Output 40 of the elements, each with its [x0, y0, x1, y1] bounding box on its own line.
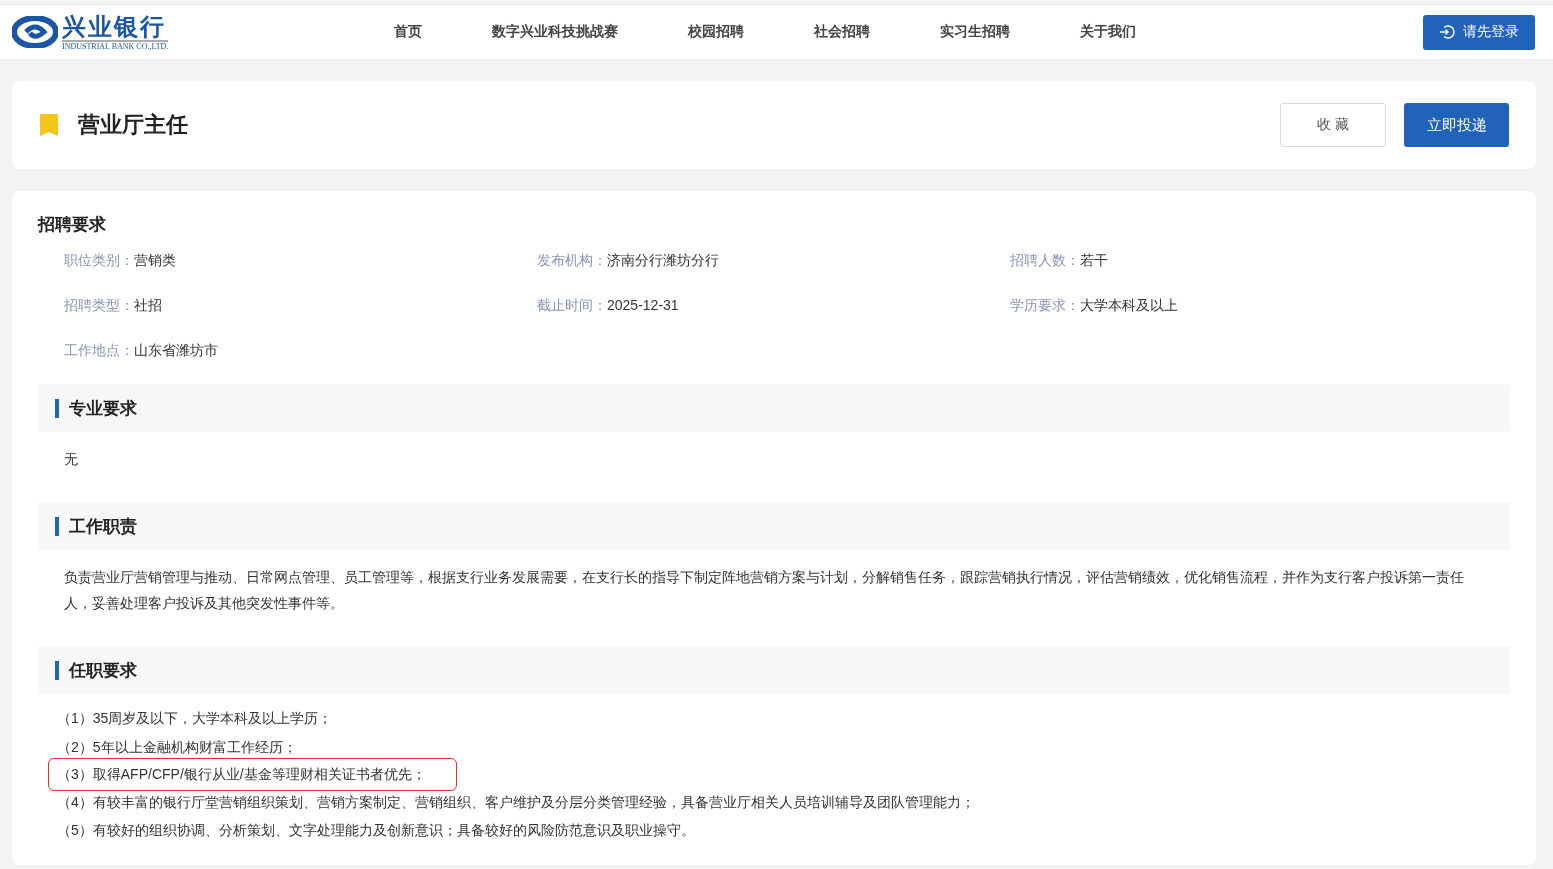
- login-button[interactable]: 请先登录: [1423, 14, 1535, 50]
- field-label: 招聘人数：: [1010, 252, 1080, 268]
- section-heading: 招聘要求: [38, 214, 107, 236]
- field-value: 大学本科及以上: [1080, 297, 1178, 313]
- section-title: 专业要求: [69, 397, 137, 420]
- bookmark-icon: [40, 114, 58, 136]
- nav-link[interactable]: 校园招聘: [688, 23, 744, 41]
- logo-name: 兴业银行: [62, 13, 167, 40]
- requirement-item: （2）5年以上金融机构财富工作经历；: [56, 737, 298, 757]
- requirement-item: （1）35周岁及以下，大学本科及以上学历；: [56, 709, 334, 728]
- favorite-button[interactable]: 收 藏: [1280, 103, 1386, 147]
- field-label: 发布机构：: [537, 252, 607, 268]
- nav-link[interactable]: 首页: [394, 23, 422, 41]
- highlighted-requirement: （3）取得AFP/CFP/银行从业/基金等理财相关证书者优先；: [48, 758, 457, 791]
- field-value: 济南分行潍坊分行: [607, 252, 719, 268]
- field-label: 截止时间：: [537, 297, 607, 313]
- field-label: 学历要求：: [1010, 297, 1080, 313]
- field-value: 营销类: [134, 252, 176, 268]
- field-value: 山东省潍坊市: [134, 342, 218, 358]
- requirement-item: （4）有较丰富的银行厅堂营销组织策划、营销方案制定、营销组织、客户维护及分层分类管理经验，具备营业厅相关人员培训辅导及团队管理能力；: [56, 792, 976, 812]
- section-title: 任职要求: [69, 659, 137, 682]
- nav-link[interactable]: 社会招聘: [814, 23, 870, 41]
- paragraph: 无: [63, 450, 79, 469]
- requirement-item: （5）有较好的组织协调、分析策划、文字处理能力及创新意识；具备较好的风险防范意识及职业操守。: [56, 821, 696, 840]
- field-label: 招聘类型：: [64, 297, 134, 313]
- field-label: 工作地点：: [64, 342, 134, 358]
- logo-subtitle: INDUSTRIAL BANK CO.,LTD.: [62, 39, 169, 51]
- nav-link[interactable]: 关于我们: [1080, 23, 1136, 41]
- login-icon: [1439, 24, 1455, 40]
- field-label: 职位类别：: [64, 252, 134, 268]
- job-title: 营业厅主任: [78, 111, 189, 139]
- field-value: 2025-12-31: [607, 297, 679, 313]
- nav-link[interactable]: 数字兴业科技挑战赛: [492, 23, 618, 41]
- logo-swirl-icon: [12, 16, 58, 48]
- field-value: 若干: [1080, 252, 1108, 268]
- nav-link[interactable]: 实习生招聘: [940, 23, 1010, 41]
- paragraph: 负责营业厅营销管理与推动、日常网点管理、员工管理等，根据支行业务发展需要，在支行长的指导下制定阵地营销方案与计划，分解销售任务，跟踪营销执行情况，评估营销绩效，优化销售流程，并作为支行客户投诉第一责任人，妥善处理客户投诉及其他突发性事件等。: [63, 568, 1465, 613]
- field-value: 社招: [134, 297, 162, 313]
- apply-button[interactable]: 立即投递: [1404, 103, 1509, 147]
- section-title: 工作职责: [69, 515, 137, 538]
